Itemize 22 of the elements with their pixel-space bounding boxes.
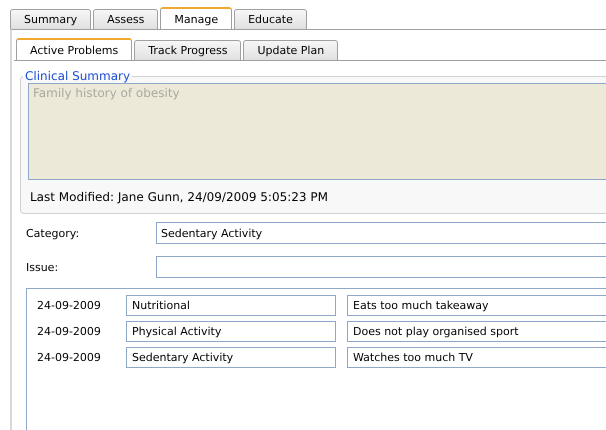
date-text: 24-09-2009 [37,325,102,338]
input-field[interactable]: Sedentary Activity [156,222,606,244]
description-field[interactable]: Does not play organised sport [347,321,606,342]
field-label: Category: [26,226,80,240]
tab[interactable]: Summary [10,9,92,29]
category-field[interactable]: Nutritional [126,295,336,316]
tab[interactable]: Educate [234,9,307,29]
category-field[interactable]: Sedentary Activity [126,347,336,368]
last-modified-text: Last Modified: Jane Gunn, 24/09/2009 5:05:23 PM [29,190,329,204]
tab[interactable]: Active Problems [16,38,132,60]
description-field[interactable]: Watches too much TV [347,347,606,368]
description-field[interactable]: Eats too much takeaway [347,295,606,316]
tab[interactable]: Manage [160,7,232,29]
date-text: 24-09-2009 [37,351,102,364]
field-label: Issue: [26,260,60,274]
input-field[interactable] [156,256,606,278]
tab[interactable]: Update Plan [243,40,338,60]
category-field[interactable]: Physical Activity [126,321,336,342]
tab[interactable]: Track Progress [134,40,242,60]
tab[interactable]: Assess [93,9,158,29]
section-title: Clinical Summary [24,69,132,83]
date-text: 24-09-2009 [37,299,102,312]
